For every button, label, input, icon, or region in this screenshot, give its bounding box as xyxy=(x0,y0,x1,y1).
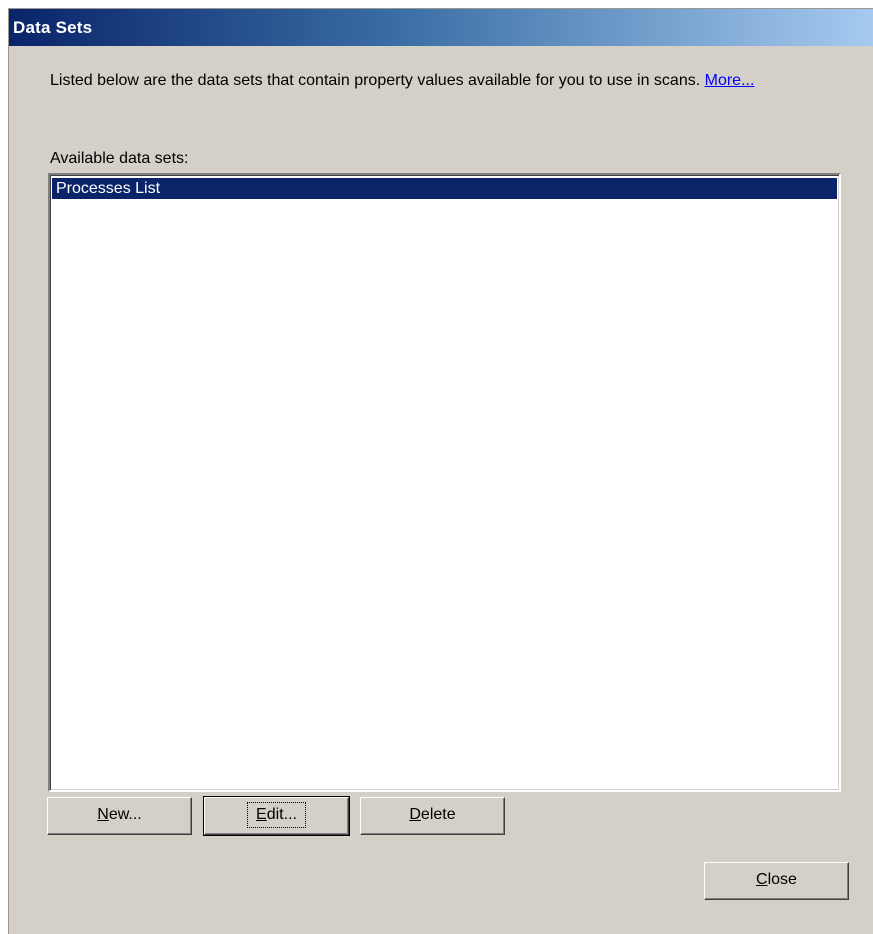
list-item[interactable]: Processes List xyxy=(52,178,837,199)
delete-button-label: elete xyxy=(420,806,456,823)
edit-button-label: dit... xyxy=(266,806,297,823)
close-button[interactable]: Close xyxy=(704,862,849,900)
edit-button-mnemonic: E xyxy=(256,806,267,823)
data-sets-listbox[interactable]: Processes List xyxy=(48,173,841,792)
focus-rectangle: Edit... xyxy=(247,802,306,828)
new-button-mnemonic: N xyxy=(97,806,109,823)
edit-button[interactable]: Edit... xyxy=(203,796,350,836)
new-button-label: ew... xyxy=(108,806,142,823)
window-title: Data Sets xyxy=(13,18,93,37)
close-button-mnemonic: C xyxy=(756,871,768,888)
new-button[interactable]: New... xyxy=(47,797,192,835)
description-text: Listed below are the data sets that cont… xyxy=(50,71,850,90)
available-data-sets-label: Available data sets: xyxy=(50,150,189,167)
more-link[interactable]: More... xyxy=(705,72,755,89)
close-button-label: lose xyxy=(767,871,797,888)
title-bar[interactable]: Data Sets xyxy=(9,9,873,46)
description-body: Listed below are the data sets that cont… xyxy=(50,72,701,89)
delete-button-mnemonic: D xyxy=(409,806,421,823)
delete-button[interactable]: Delete xyxy=(360,797,505,835)
data-sets-dialog: Data Sets Listed below are the data sets… xyxy=(8,8,873,934)
